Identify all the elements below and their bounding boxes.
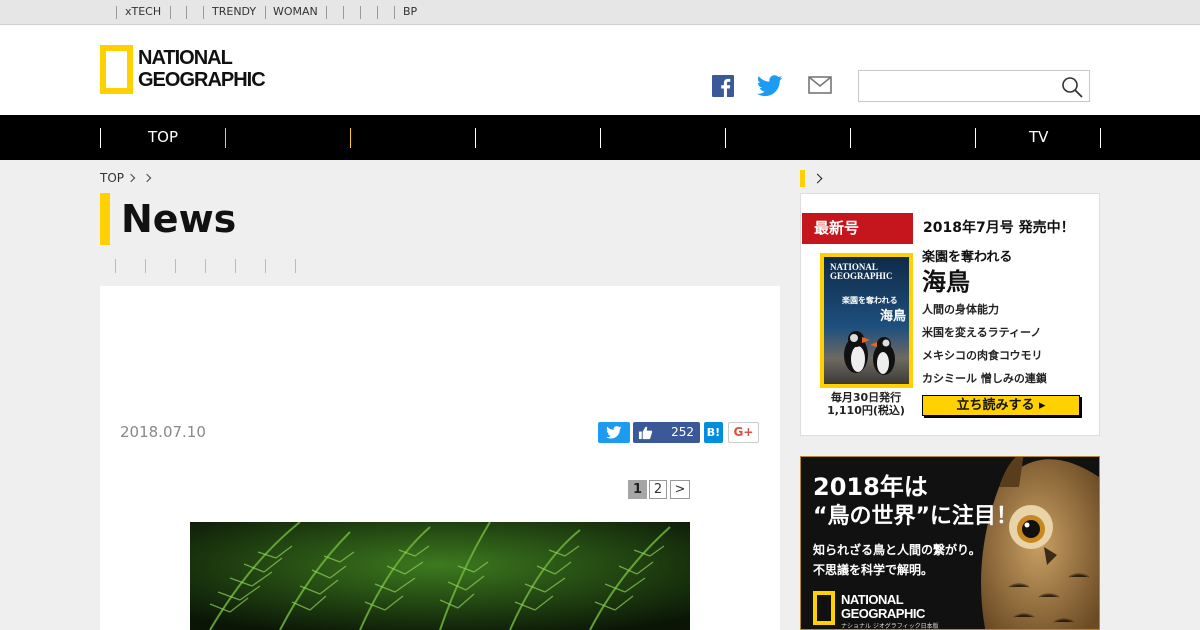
main-nav: TOP TV	[0, 115, 1200, 160]
twitter-icon	[606, 426, 622, 439]
mail-icon[interactable]	[808, 75, 832, 95]
utility-separator	[343, 6, 344, 19]
nav-item-3[interactable]	[351, 115, 475, 160]
subnav-separator	[235, 259, 236, 273]
utility-separator	[377, 6, 378, 19]
subnav-separator	[265, 259, 266, 273]
utility-separator	[394, 6, 395, 19]
breadcrumb: TOP	[100, 171, 156, 186]
magazine-promo[interactable]: 最新号 2018年7月号 発売中！ NATIONAL GEOGRAPHIC 楽園…	[800, 193, 1100, 436]
pagination-next[interactable]: >	[670, 480, 690, 499]
subnav-separator	[145, 259, 146, 273]
nav-item-7[interactable]	[851, 115, 975, 160]
fern-photo-image	[190, 522, 690, 630]
magazine-toc-item: 人間の身体能力	[922, 303, 999, 316]
issue-date: 2018年7月号 発売中！	[923, 220, 1075, 236]
utility-separator	[116, 6, 117, 19]
pagination-page-2[interactable]: 2	[649, 480, 667, 499]
publication-info: 毎月30日発行 1,110円(税込)	[815, 391, 917, 417]
google-plus-button[interactable]: G+	[728, 422, 759, 443]
magazine-headline-large: 海鳥	[922, 268, 970, 296]
logo-frame-icon	[100, 45, 133, 94]
nav-divider	[100, 128, 101, 148]
subnav-separator	[205, 259, 206, 273]
utility-separator	[360, 6, 361, 19]
natgeo-logo[interactable]: NATIONAL GEOGRAPHIC	[100, 45, 270, 97]
subnav-separator	[115, 259, 116, 273]
publication-schedule: 毎月30日発行	[830, 391, 902, 404]
banner-logo-line1: NATIONAL	[841, 592, 904, 607]
site-header: NATIONAL GEOGRAPHIC	[0, 25, 1200, 115]
magazine-headline-small: 楽園を奪われる	[922, 250, 1013, 265]
nav-divider	[975, 128, 976, 148]
nav-item-2[interactable]	[226, 115, 350, 160]
util-link-woman[interactable]: WOMAN	[273, 5, 318, 19]
pagination-page-1[interactable]: 1	[628, 480, 647, 499]
breadcrumb-home[interactable]: TOP	[100, 171, 124, 185]
article-card: 2018.07.10 252 B! G+ 1 2 >	[100, 286, 780, 630]
title-accent-bar	[100, 193, 110, 245]
utility-separator	[203, 6, 204, 19]
hatena-bookmark-button[interactable]: B!	[704, 422, 723, 443]
nav-item-top[interactable]: TOP	[148, 128, 178, 146]
magazine-cover[interactable]: NATIONAL GEOGRAPHIC 楽園を奪われる 海鳥	[820, 253, 913, 388]
banner-subtext-line: 不思議を科学で解明。	[813, 563, 934, 577]
facebook-like-button[interactable]: 252	[633, 422, 700, 443]
logo-text-line1: NATIONAL	[138, 47, 233, 69]
bird-year-banner[interactable]: 2018年は “鳥の世界”に注目！ 知られざる鳥と人間の繋がり。 不思議を科学で…	[800, 456, 1100, 630]
nav-item-tv[interactable]: TV	[1029, 128, 1048, 146]
subnav-separator	[175, 259, 176, 273]
banner-logo-line2: GEOGRAPHIC	[841, 606, 925, 621]
search-input[interactable]	[863, 75, 1053, 97]
puffin-icon	[844, 331, 895, 375]
banner-headline-1: 2018年は	[813, 473, 928, 501]
cover-image: NATIONAL GEOGRAPHIC 楽園を奪われる 海鳥	[824, 257, 909, 384]
magazine-toc-item: 米国を変えるラティーノ	[922, 326, 1042, 339]
utility-separator	[186, 6, 187, 19]
chevron-right-icon	[142, 173, 152, 183]
latest-issue-tag: 最新号	[802, 213, 913, 244]
thumbs-up-icon	[638, 426, 653, 440]
chevron-right-icon	[126, 173, 136, 183]
facebook-icon[interactable]	[712, 75, 734, 97]
nav-item-4[interactable]	[476, 115, 600, 160]
util-link-trendy[interactable]: TRENDY	[212, 5, 256, 19]
banner-subtext: 知られざる鳥と人間の繋がり。 不思議を科学で解明。	[813, 540, 981, 580]
page-title: News	[121, 197, 237, 241]
cover-logo-line2: GEOGRAPHIC	[830, 271, 893, 281]
banner-logo-sub: ナショナル ジオグラフィック日本版	[841, 623, 939, 630]
magazine-toc-item: メキシコの肉食コウモリ	[922, 349, 1043, 362]
twitter-share-button[interactable]	[598, 422, 630, 443]
nav-item-6[interactable]	[726, 115, 850, 160]
article-date: 2018.07.10	[120, 423, 206, 441]
logo-frame-icon	[813, 591, 835, 625]
preview-read-button[interactable]: 立ち読みする ▸	[922, 395, 1080, 416]
article-photo-fern	[190, 522, 690, 630]
facebook-like-count: 252	[671, 425, 694, 439]
search-icon[interactable]	[1061, 76, 1083, 98]
utility-separator	[170, 6, 171, 19]
util-link-xtech[interactable]: xTECH	[125, 5, 161, 19]
chevron-right-icon	[812, 173, 823, 184]
utility-separator	[326, 6, 327, 19]
utility-bar: xTECH TRENDY WOMAN BP	[0, 0, 1200, 25]
cover-text-2: 海鳥	[880, 309, 907, 324]
logo-text-line2: GEOGRAPHIC	[138, 69, 266, 91]
nav-item-5[interactable]	[601, 115, 725, 160]
magazine-toc-item: カシミール 憎しみの連鎖	[922, 372, 1047, 385]
banner-headline-2: “鳥の世界”に注目！	[813, 504, 1018, 529]
twitter-icon[interactable]	[757, 75, 783, 97]
search-box	[858, 70, 1090, 102]
magazine-price: 1,110円(税込)	[827, 404, 905, 417]
util-link-bp[interactable]: BP	[403, 5, 417, 19]
banner-subtext-line: 知られざる鳥と人間の繋がり。	[813, 543, 981, 557]
subnav-separator	[295, 259, 296, 273]
sidebar-heading-bar	[800, 170, 805, 187]
utility-separator	[265, 6, 266, 19]
banner-natgeo-logo: NATIONAL GEOGRAPHIC ナショナル ジオグラフィック日本版	[813, 591, 939, 629]
owl-icon	[981, 457, 1099, 629]
nav-divider	[1100, 128, 1101, 148]
